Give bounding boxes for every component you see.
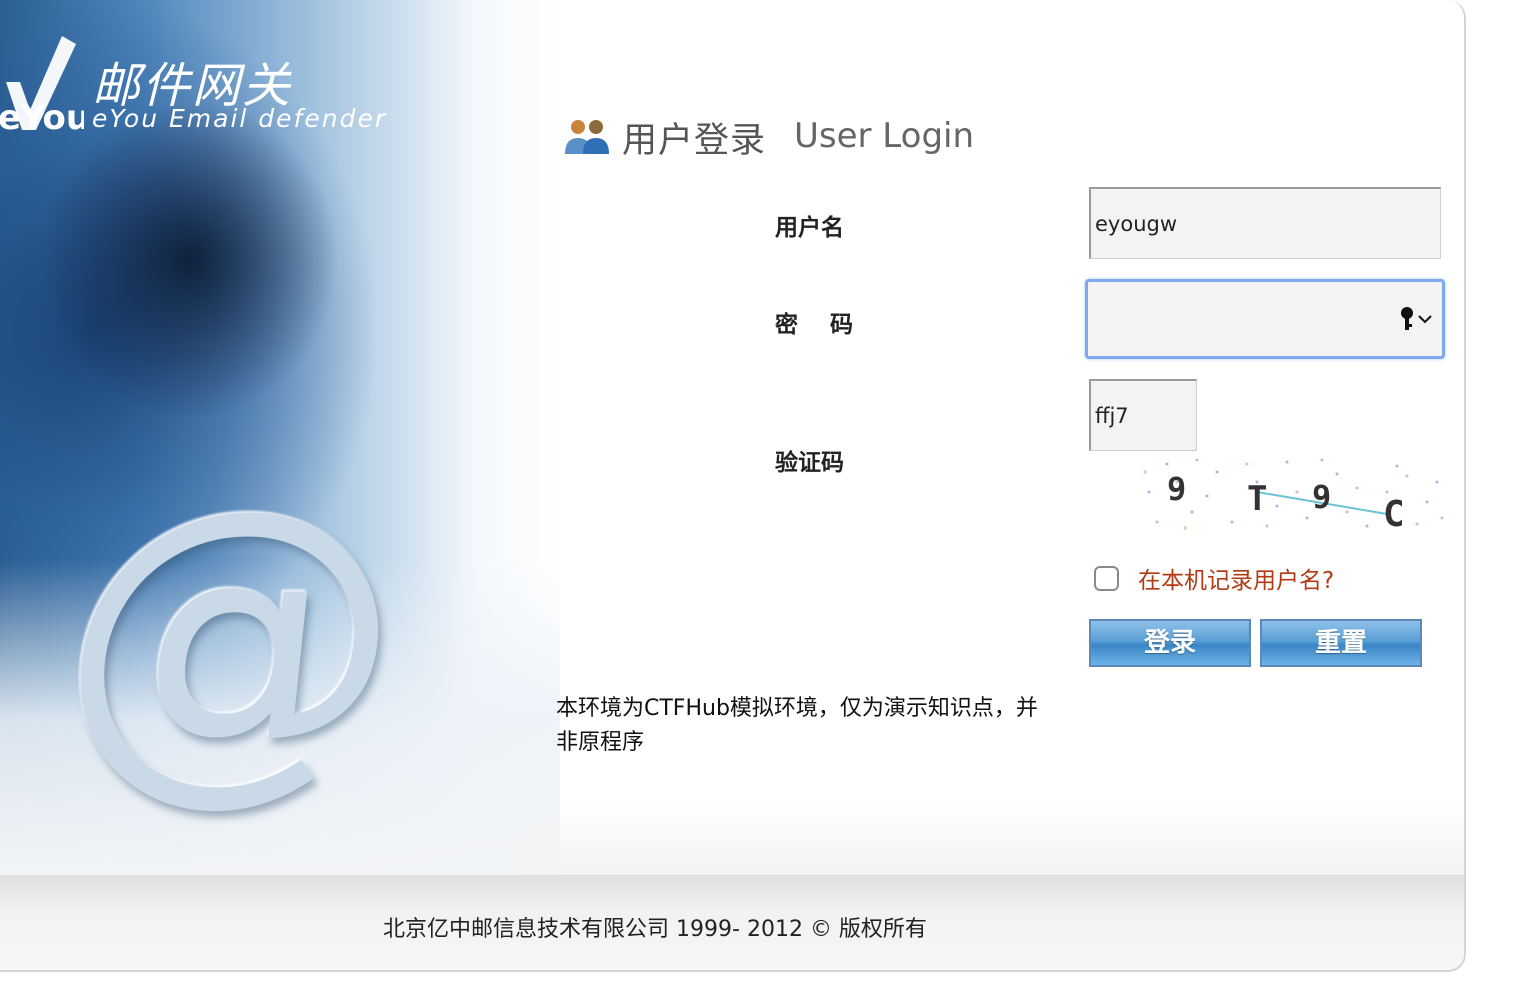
users-icon: [565, 120, 609, 154]
login-window: @ eYou 邮件网关 eYou Email defender 用户登录 Use…: [0, 0, 1466, 972]
svg-text:9: 9: [1167, 470, 1186, 508]
reset-button[interactable]: 重置: [1260, 619, 1422, 667]
heading-title-cn: 用户登录: [622, 121, 767, 161]
password-input[interactable]: [1085, 279, 1445, 359]
svg-text:T: T: [1247, 479, 1267, 519]
username-input[interactable]: [1089, 187, 1441, 259]
captcha-image[interactable]: 9 T 9 C: [1137, 452, 1447, 534]
svg-text:9: 9: [1312, 478, 1331, 516]
remember-username-label[interactable]: 在本机记录用户名?: [1138, 561, 1334, 595]
captcha-label: 验证码: [775, 450, 844, 476]
key-icon[interactable]: [1398, 304, 1436, 334]
at-sign-graphic: @: [41, 437, 423, 833]
brand-name-en: eYou Email defender: [92, 104, 388, 133]
svg-text:C: C: [1383, 494, 1405, 534]
password-label: 密 码: [775, 312, 854, 338]
banner-image: @ eYou 邮件网关 eYou Email defender: [0, 0, 560, 880]
footer: 北京亿中邮信息技术有限公司 1999- 2012 © 版权所有: [0, 875, 1464, 970]
captcha-input[interactable]: [1089, 379, 1197, 451]
heading-title-en: User Login: [794, 116, 975, 156]
login-button[interactable]: 登录: [1089, 619, 1251, 667]
svg-text:eYou: eYou: [0, 98, 84, 134]
remember-username-checkbox[interactable]: [1094, 566, 1119, 591]
copyright-text: 北京亿中邮信息技术有限公司 1999- 2012 © 版权所有: [383, 917, 927, 942]
eyou-logo: eYou: [0, 36, 84, 134]
environment-notice: 本环境为CTFHub模拟环境，仅为演示知识点，并非原程序: [556, 696, 1038, 755]
username-label: 用户名: [775, 215, 844, 241]
